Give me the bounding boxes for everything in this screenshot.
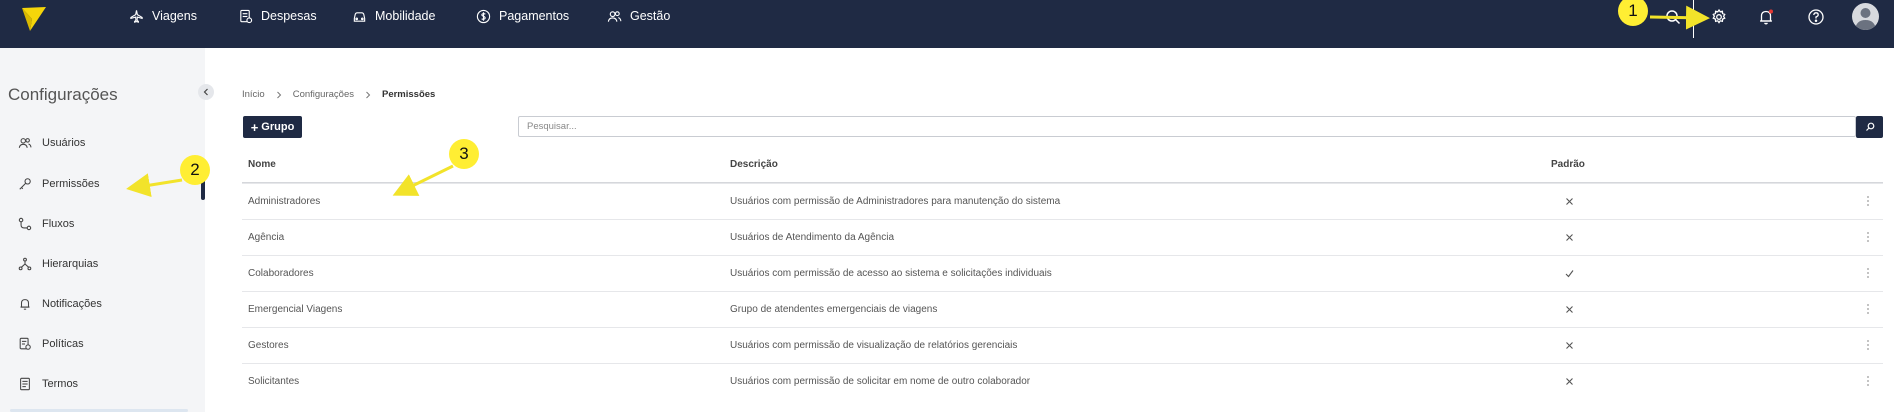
close-icon — [1566, 234, 1573, 241]
table-row[interactable]: Solicitantes Usuários com permissão de so… — [242, 363, 1883, 399]
document-icon — [20, 377, 30, 391]
group-name-cell[interactable]: Emergencial Viagens — [248, 304, 342, 315]
column-header-padrao[interactable]: Padrão — [1551, 159, 1585, 170]
chevron-right-icon — [366, 91, 371, 98]
nav-item-label: Mobilidade — [375, 9, 436, 23]
group-name-cell[interactable]: Agência — [248, 232, 284, 243]
sidebar-item-permissoes[interactable]: Permissões — [18, 174, 99, 194]
column-header-nome[interactable]: Nome — [248, 159, 276, 170]
collapse-sidebar-button[interactable] — [198, 84, 214, 100]
nav-item-label: Viagens — [152, 9, 197, 23]
dollar-icon — [476, 9, 491, 23]
users-icon — [607, 10, 622, 22]
group-description-cell: Grupo de atendentes emergenciais de viag… — [730, 304, 938, 315]
help-icon[interactable] — [1807, 8, 1825, 26]
sidebar-item-label: Hierarquias — [42, 258, 99, 270]
flow-icon — [18, 217, 32, 231]
group-name-cell[interactable]: Gestores — [248, 340, 289, 351]
sidebar-item-politicas[interactable]: Políticas — [18, 334, 84, 354]
breadcrumb: Início Configurações Permissões — [242, 89, 435, 100]
sidebar-item-hierarquias[interactable]: Hierarquias — [18, 254, 98, 274]
search-input[interactable] — [527, 117, 1827, 136]
bell-icon — [20, 299, 30, 310]
more-options-icon[interactable] — [1866, 375, 1870, 387]
sidebar-item-usuarios[interactable]: Usuários — [18, 133, 85, 153]
nav-item-label: Gestão — [630, 9, 671, 23]
hierarchy-icon — [18, 257, 32, 271]
breadcrumb-item-configuracoes[interactable]: Configurações — [293, 89, 354, 100]
policy-icon — [19, 337, 31, 350]
sidebar-item-label: Fluxos — [42, 218, 75, 230]
avatar-icon — [1855, 8, 1876, 30]
search-icon — [1865, 122, 1874, 131]
sidebar-title: Configurações — [8, 85, 118, 104]
add-group-button[interactable]: + Grupo — [243, 116, 302, 138]
table-row[interactable]: Emergencial Viagens Grupo de atendentes e… — [242, 291, 1883, 327]
search-box — [518, 116, 1856, 137]
receipt-icon — [240, 9, 253, 23]
group-description-cell: Usuários com permissão de visualização d… — [730, 340, 1018, 351]
top-navbar: Viagens Despesas Mobilidade Pagamentos G… — [0, 0, 1894, 48]
group-description-cell: Usuários de Atendimento da Agência — [730, 232, 894, 243]
avatar[interactable] — [1852, 3, 1879, 30]
group-name-cell[interactable]: Colaboradores — [248, 268, 314, 279]
plus-icon: + — [250, 119, 259, 135]
add-group-label: Grupo — [261, 121, 295, 133]
group-description-cell: Usuários com permissão de Administradore… — [730, 196, 1061, 207]
sidebar-item-termos[interactable]: Termos — [18, 374, 78, 394]
more-options-icon[interactable] — [1866, 267, 1870, 279]
brand-logo[interactable] — [20, 3, 48, 33]
sidebar-item-label: Usuários — [42, 137, 86, 149]
bell-icon[interactable] — [1757, 8, 1775, 26]
sidebar-item-label: Políticas — [42, 338, 84, 350]
annotation-callout-2: 2 — [180, 155, 210, 185]
group-name-cell[interactable]: Solicitantes — [248, 376, 299, 387]
users-icon — [18, 138, 32, 148]
nav-item-despesas[interactable]: Despesas — [238, 0, 317, 32]
sidebar-item-label: Permissões — [42, 178, 100, 190]
more-options-icon[interactable] — [1866, 339, 1870, 351]
close-icon — [1566, 378, 1573, 385]
group-description-cell: Usuários com permissão de acesso ao sist… — [730, 268, 1052, 279]
nav-item-label: Despesas — [261, 9, 317, 23]
key-icon — [19, 178, 31, 190]
nav-item-label: Pagamentos — [499, 9, 570, 23]
plane-icon — [130, 9, 143, 23]
close-icon — [1566, 198, 1573, 205]
column-header-descricao[interactable]: Descrição — [730, 159, 778, 170]
nav-item-viagens[interactable]: Viagens — [129, 0, 197, 32]
search-icon[interactable] — [1664, 8, 1682, 26]
nav-item-pagamentos[interactable]: Pagamentos — [476, 0, 569, 32]
annotation-callout-3: 3 — [449, 139, 479, 169]
chevron-right-icon — [276, 91, 281, 98]
nav-item-mobilidade[interactable]: Mobilidade — [352, 0, 435, 32]
sidebar-item-notificacoes[interactable]: Notificações — [18, 294, 102, 314]
sidebar-item-label: Termos — [42, 378, 79, 390]
nav-item-gestao[interactable]: Gestão — [607, 0, 670, 32]
close-icon — [1566, 306, 1573, 313]
more-options-icon[interactable] — [1866, 231, 1870, 243]
car-icon — [353, 11, 366, 22]
search-button[interactable] — [1856, 116, 1883, 138]
close-icon — [1566, 342, 1573, 349]
breadcrumb-item-permissoes: Permissões — [381, 89, 436, 100]
toolbar-divider — [1693, 0, 1694, 38]
table-row[interactable]: Colaboradores Usuários com permissão de a… — [242, 255, 1883, 291]
table-row[interactable]: Gestores Usuários com permissão de visual… — [242, 327, 1883, 363]
more-options-icon[interactable] — [1866, 303, 1870, 315]
more-options-icon[interactable] — [1866, 195, 1870, 207]
table-row[interactable]: Agência Usuários de Atendimento da Agênci… — [242, 219, 1883, 255]
group-name-cell[interactable]: Administradores — [248, 196, 320, 207]
group-description-cell: Usuários com permissão de solicitar em n… — [730, 376, 1031, 387]
sidebar-item-label: Notificações — [42, 298, 102, 310]
table-row[interactable]: Administradores Usuários com permissão de… — [242, 183, 1883, 219]
check-icon — [1565, 270, 1574, 278]
sidebar-item-fluxos[interactable]: Fluxos — [18, 214, 74, 234]
gear-icon[interactable] — [1710, 8, 1728, 26]
chevron-left-icon — [203, 88, 208, 96]
breadcrumb-item-inicio[interactable]: Início — [242, 89, 265, 100]
